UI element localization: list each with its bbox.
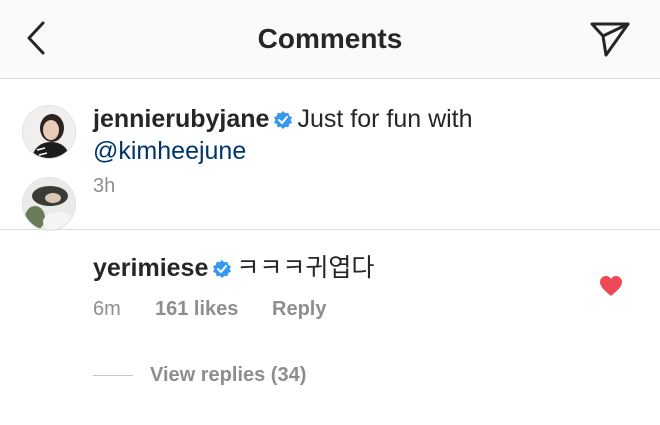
avatar[interactable] [22,177,76,231]
post-caption: jennierubyjane Just for fun with @kimheej… [0,79,660,230]
caption-text: jennierubyjane Just for fun with @kimheej… [93,103,633,167]
comment-meta: 6m 161 likes Reply [93,298,326,321]
avatar-image [23,106,75,158]
heart-icon [600,276,622,296]
back-button[interactable] [18,18,54,58]
likes-count[interactable]: 161 likes [155,298,272,321]
view-replies-label: View replies (34) [150,363,307,386]
mention-link[interactable]: @kimheejune [93,137,246,165]
post-username[interactable]: jennierubyjane [93,105,269,133]
divider-line [93,374,133,376]
view-replies-button[interactable]: View replies (34) [93,361,306,389]
avatar-image [23,178,75,230]
comment-content: ㅋㅋㅋ귀엽다 [236,254,375,282]
avatar[interactable] [22,105,76,159]
paper-plane-icon [590,22,630,57]
verified-badge-icon [213,260,232,278]
share-button[interactable] [582,14,638,64]
page-title: Comments [257,23,403,54]
post-timestamp: 3h [93,175,116,197]
comment-username[interactable]: yerimiese [93,254,208,282]
comment-timestamp: 6m [93,298,121,320]
caption-content: Just for fun with [297,105,473,133]
chevron-left-icon [27,21,45,55]
reply-button[interactable]: Reply [272,298,326,321]
header-bar: Comments [0,0,660,79]
like-button[interactable] [598,274,624,298]
verified-badge-icon [274,111,293,129]
comment-text: yerimiese ㅋㅋㅋ귀엽다 [93,252,593,284]
